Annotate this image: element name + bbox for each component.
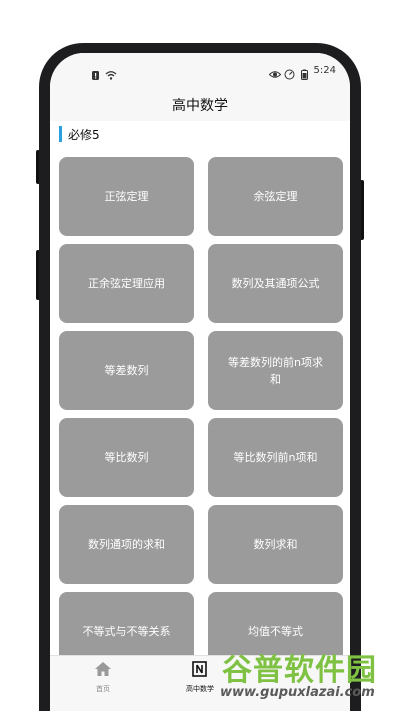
topic-card[interactable]: 等差数列 — [59, 331, 194, 410]
tab-home[interactable]: 首页 — [68, 660, 138, 698]
topic-card[interactable]: 等差数列的前n项求和 — [208, 331, 343, 410]
notification-icon — [90, 66, 101, 80]
topic-card-label: 均值不等式 — [248, 625, 303, 638]
topic-card[interactable]: 数列通项的求和 — [59, 505, 194, 584]
topic-card[interactable]: 数列及其通项公式 — [208, 244, 343, 323]
topic-card-label: 正余弦定理应用 — [88, 277, 165, 290]
topic-card[interactable]: 余弦定理 — [208, 157, 343, 236]
status-time: 5:24 — [313, 65, 336, 76]
topic-card-label: 不等式与不等关系 — [82, 625, 171, 638]
app-screen: 5:24 高中数学 必修5 正弦定理 余弦定理 正余弦定理应用 数列及其通项公式… — [50, 53, 350, 711]
topic-card[interactable]: 数列求和 — [208, 505, 343, 584]
topic-card-label: 等差数列的前n项求和 — [228, 355, 323, 386]
book-icon — [190, 660, 210, 682]
home-icon — [93, 660, 113, 682]
tab-home-label: 首页 — [96, 685, 110, 693]
topic-card[interactable]: 等比数列前n项和 — [208, 418, 343, 497]
section-title: 必修5 — [68, 127, 100, 142]
device-frame: 5:24 高中数学 必修5 正弦定理 余弦定理 正余弦定理应用 数列及其通项公式… — [0, 0, 400, 711]
topic-card-label: 数列求和 — [253, 538, 298, 551]
page-title: 高中数学 — [172, 98, 228, 114]
status-bar: 5:24 — [50, 53, 350, 89]
topic-card[interactable]: 等比数列 — [59, 418, 194, 497]
topic-card-label: 正弦定理 — [104, 190, 149, 203]
battery-icon — [299, 65, 310, 80]
topic-card-label: 数列及其通项公式 — [231, 277, 320, 290]
topic-card-label: 等比数列 — [104, 451, 149, 464]
speed-icon — [284, 65, 295, 80]
navigation-bar: 高中数学 — [50, 89, 350, 121]
section-accent-bar — [59, 126, 62, 142]
topic-grid: 正弦定理 余弦定理 正余弦定理应用 数列及其通项公式 等差数列 等差数列的前n项… — [59, 157, 343, 671]
section-header: 必修5 — [59, 125, 100, 143]
topic-card-label: 余弦定理 — [253, 190, 298, 203]
eye-icon — [268, 65, 281, 78]
topic-card[interactable]: 正余弦定理应用 — [59, 244, 194, 323]
watermark-logo: 谷普软件园 www.gupuxlazai.com — [220, 645, 400, 711]
watermark-url: www.gupuxlazai.com — [220, 685, 375, 700]
topic-card-label: 等差数列 — [104, 364, 149, 377]
watermark-main-text: 谷普软件园 — [222, 653, 377, 688]
wifi-icon — [105, 66, 117, 80]
topic-card[interactable]: 正弦定理 — [59, 157, 194, 236]
topic-card-label: 等比数列前n项和 — [233, 451, 318, 464]
topic-card-label: 数列通项的求和 — [88, 538, 165, 551]
tab-high-school-math-label: 高中数学 — [186, 685, 214, 693]
